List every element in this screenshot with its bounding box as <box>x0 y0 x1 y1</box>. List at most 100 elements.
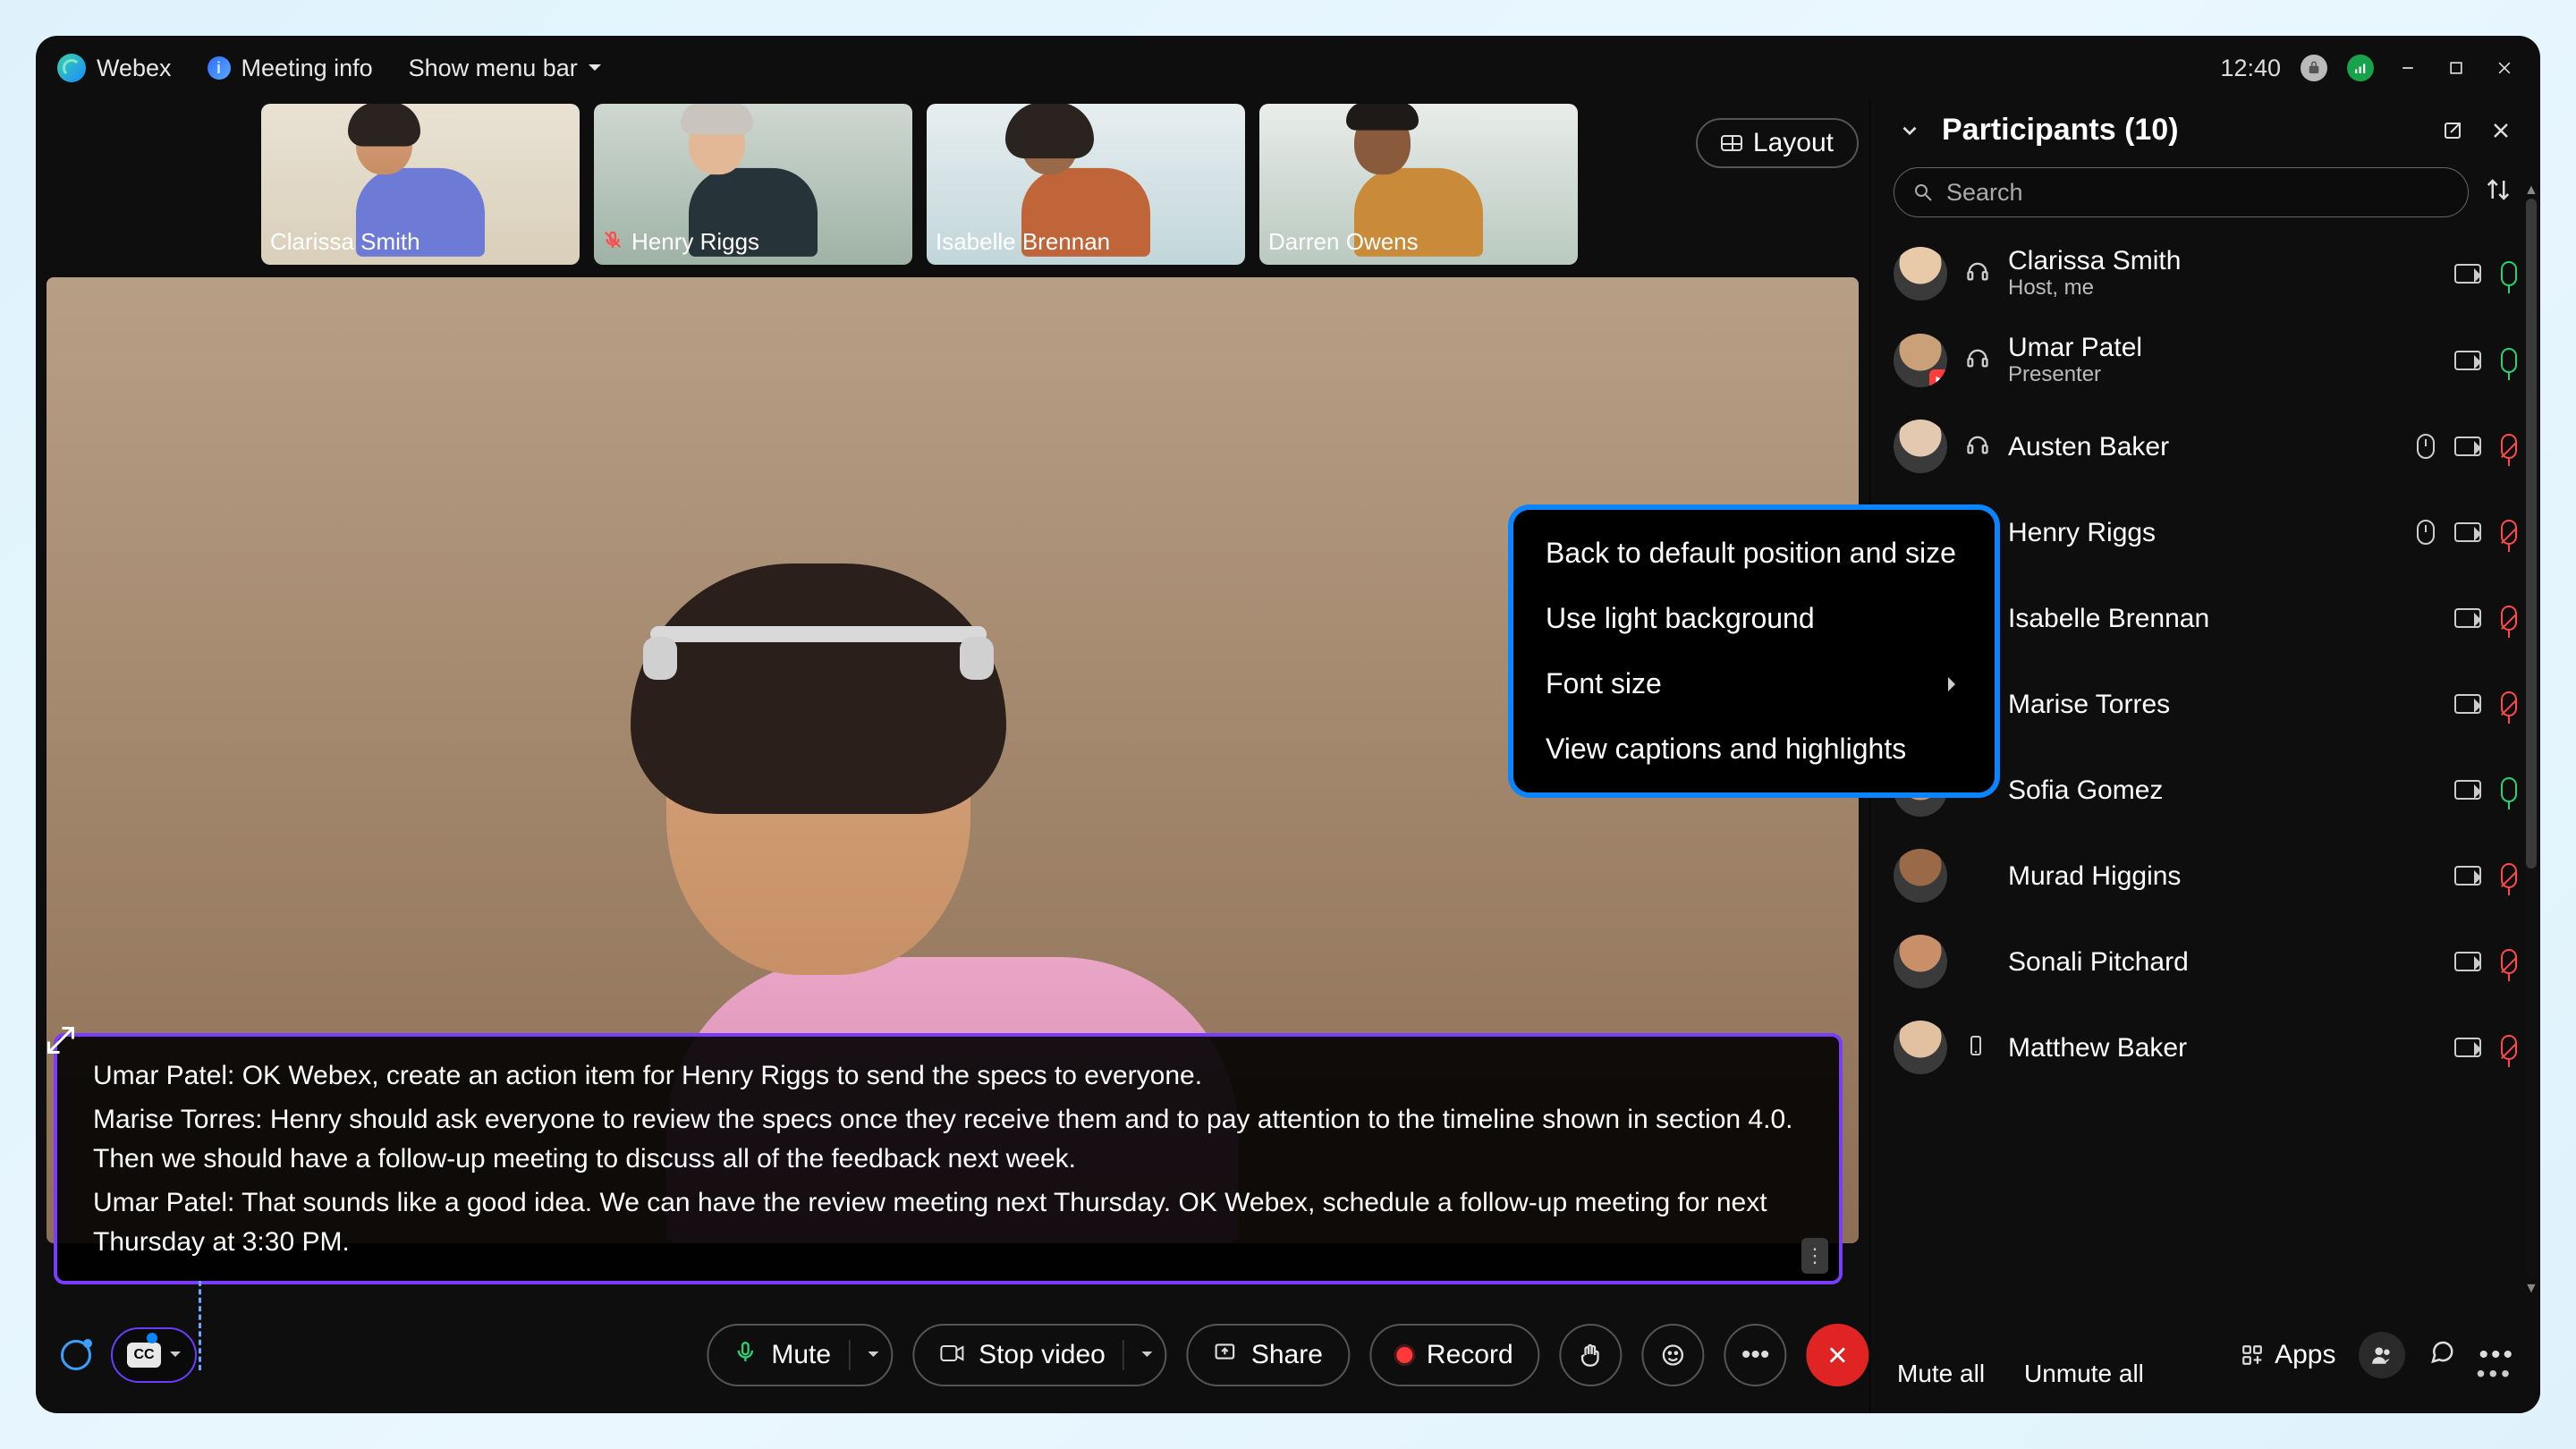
show-menu-bar-button[interactable]: Show menu bar <box>409 55 601 82</box>
collapse-panel-button[interactable] <box>1894 114 1926 147</box>
toolbar-more-button[interactable]: ••• <box>2479 1340 2515 1370</box>
microphone-icon <box>2501 606 2517 631</box>
caption-line: Umar Patel: That sounds like a good idea… <box>93 1183 1818 1261</box>
device-icon <box>1965 345 1990 375</box>
chat-button[interactable] <box>2428 1338 2455 1372</box>
mic-muted-icon <box>603 228 623 256</box>
search-icon <box>1912 182 1934 203</box>
captions-toggle-button[interactable]: CC <box>111 1327 197 1383</box>
apps-button[interactable]: Apps <box>2241 1340 2335 1370</box>
microphone-icon <box>2501 348 2517 373</box>
participant-name: Umar Patel <box>2008 333 2436 362</box>
avatar <box>1894 247 1947 301</box>
window-maximize-button[interactable] <box>2442 54 2470 82</box>
device-icon <box>1965 1033 1990 1063</box>
close-panel-button[interactable] <box>2485 114 2517 147</box>
raise-hand-button[interactable] <box>1560 1324 1623 1386</box>
stop-video-button[interactable]: Stop video <box>912 1324 1167 1386</box>
reactions-button[interactable] <box>1642 1324 1705 1386</box>
microphone-icon <box>2501 1035 2517 1060</box>
thumb-name: Clarissa Smith <box>270 228 420 256</box>
microphone-icon <box>2501 777 2517 802</box>
participant-name: Austen Baker <box>2008 432 2399 462</box>
menu-item-label: Back to default position and size <box>1546 537 1956 570</box>
end-meeting-button[interactable] <box>1807 1324 1869 1386</box>
lock-status-icon[interactable] <box>2301 55 2327 81</box>
camera-icon <box>2454 264 2481 284</box>
meeting-toolbar: CC Mute Stop video <box>36 1315 2540 1395</box>
popout-panel-button[interactable] <box>2436 114 2469 147</box>
share-label: Share <box>1251 1340 1323 1370</box>
menu-item-font-size[interactable]: Font size <box>1513 651 1995 716</box>
participant-role: Host, me <box>2008 275 2436 301</box>
menu-item-reset[interactable]: Back to default position and size <box>1513 521 1995 586</box>
share-icon <box>1214 1340 1237 1370</box>
network-status-icon[interactable] <box>2347 55 2374 81</box>
microphone-icon <box>2501 520 2517 545</box>
chevron-down-icon[interactable] <box>868 1352 878 1362</box>
window-close-button[interactable] <box>2490 54 2519 82</box>
window-minimize-button[interactable] <box>2394 54 2422 82</box>
more-options-button[interactable]: ••• <box>1724 1324 1787 1386</box>
scrollbar-thumb[interactable] <box>2526 199 2537 869</box>
microphone-icon <box>2501 691 2517 716</box>
share-button[interactable]: Share <box>1187 1324 1350 1386</box>
participant-row[interactable]: Austen Baker <box>1894 403 2517 489</box>
captions-more-button[interactable]: ⋮ <box>1801 1238 1828 1274</box>
thumb-name: Henry Riggs <box>631 228 759 256</box>
participant-row[interactable]: Matthew Baker <box>1894 1004 2517 1090</box>
menu-item-label: Font size <box>1546 667 1662 700</box>
participant-name: Sofia Gomez <box>2008 775 2436 805</box>
participant-row[interactable]: ▸Umar PatelPresenter <box>1894 317 2517 403</box>
mute-button[interactable]: Mute <box>707 1324 893 1386</box>
participants-button[interactable] <box>2359 1332 2405 1378</box>
panel-title: Participants (10) <box>1942 113 2179 148</box>
participant-name: Henry Riggs <box>2008 518 2399 547</box>
video-thumb[interactable]: Clarissa Smith <box>261 104 580 265</box>
chevron-down-icon <box>170 1352 181 1362</box>
layout-button[interactable]: Layout <box>1696 118 1859 168</box>
participant-row[interactable]: Sonali Pitchard <box>1894 919 2517 1004</box>
participant-name: Sonali Pitchard <box>2008 947 2436 977</box>
chevron-down-icon[interactable] <box>1142 1352 1153 1362</box>
meeting-info-button[interactable]: Meeting info <box>208 55 373 82</box>
captions-box[interactable]: Umar Patel: OK Webex, create an action i… <box>54 1033 1843 1285</box>
resize-handle-icon[interactable] <box>45 1024 77 1056</box>
assistant-icon[interactable] <box>61 1340 91 1370</box>
menu-item-light-bg[interactable]: Use light background <box>1513 586 1995 651</box>
captions-context-menu: Back to default position and size Use li… <box>1508 504 2000 798</box>
camera-icon <box>939 1340 964 1370</box>
thumb-name: Darren Owens <box>1268 228 1419 256</box>
participant-row[interactable]: Clarissa SmithHost, me <box>1894 230 2517 317</box>
camera-icon <box>2454 866 2481 886</box>
thumb-name: Isabelle Brennan <box>936 228 1110 256</box>
participant-row[interactable]: Murad Higgins <box>1894 833 2517 919</box>
search-placeholder: Search <box>1946 179 2023 207</box>
app-name: Webex <box>97 55 172 82</box>
video-thumb[interactable]: Darren Owens <box>1259 104 1578 265</box>
clock: 12:40 <box>2220 55 2281 82</box>
device-icon <box>1965 258 1990 288</box>
mute-label: Mute <box>771 1340 831 1370</box>
app-brand[interactable]: Webex <box>57 54 172 82</box>
avatar: ▸ <box>1894 334 1947 387</box>
video-thumb[interactable]: Isabelle Brennan <box>927 104 1245 265</box>
scroll-down-icon[interactable]: ▼ <box>2524 1281 2538 1295</box>
menu-item-label: View captions and highlights <box>1546 733 1906 766</box>
caption-text: That sounds like a good idea. We can hav… <box>93 1188 1767 1257</box>
layout-icon <box>1721 135 1742 151</box>
camera-icon <box>2454 694 2481 714</box>
caption-line: Umar Patel: OK Webex, create an action i… <box>93 1056 1818 1096</box>
video-thumb[interactable]: Henry Riggs <box>594 104 912 265</box>
menu-item-view-captions[interactable]: View captions and highlights <box>1513 716 1995 782</box>
record-button[interactable]: Record <box>1369 1324 1540 1386</box>
active-dot-icon <box>147 1333 157 1343</box>
participants-search-input[interactable]: Search <box>1894 167 2469 217</box>
sort-button[interactable] <box>2485 176 2517 208</box>
scrollbar[interactable] <box>2526 199 2537 1279</box>
microphone-icon <box>2501 863 2517 888</box>
apps-icon <box>2241 1343 2264 1367</box>
scroll-up-icon[interactable]: ▲ <box>2524 182 2538 197</box>
info-icon <box>208 56 231 80</box>
avatar <box>1894 419 1947 473</box>
